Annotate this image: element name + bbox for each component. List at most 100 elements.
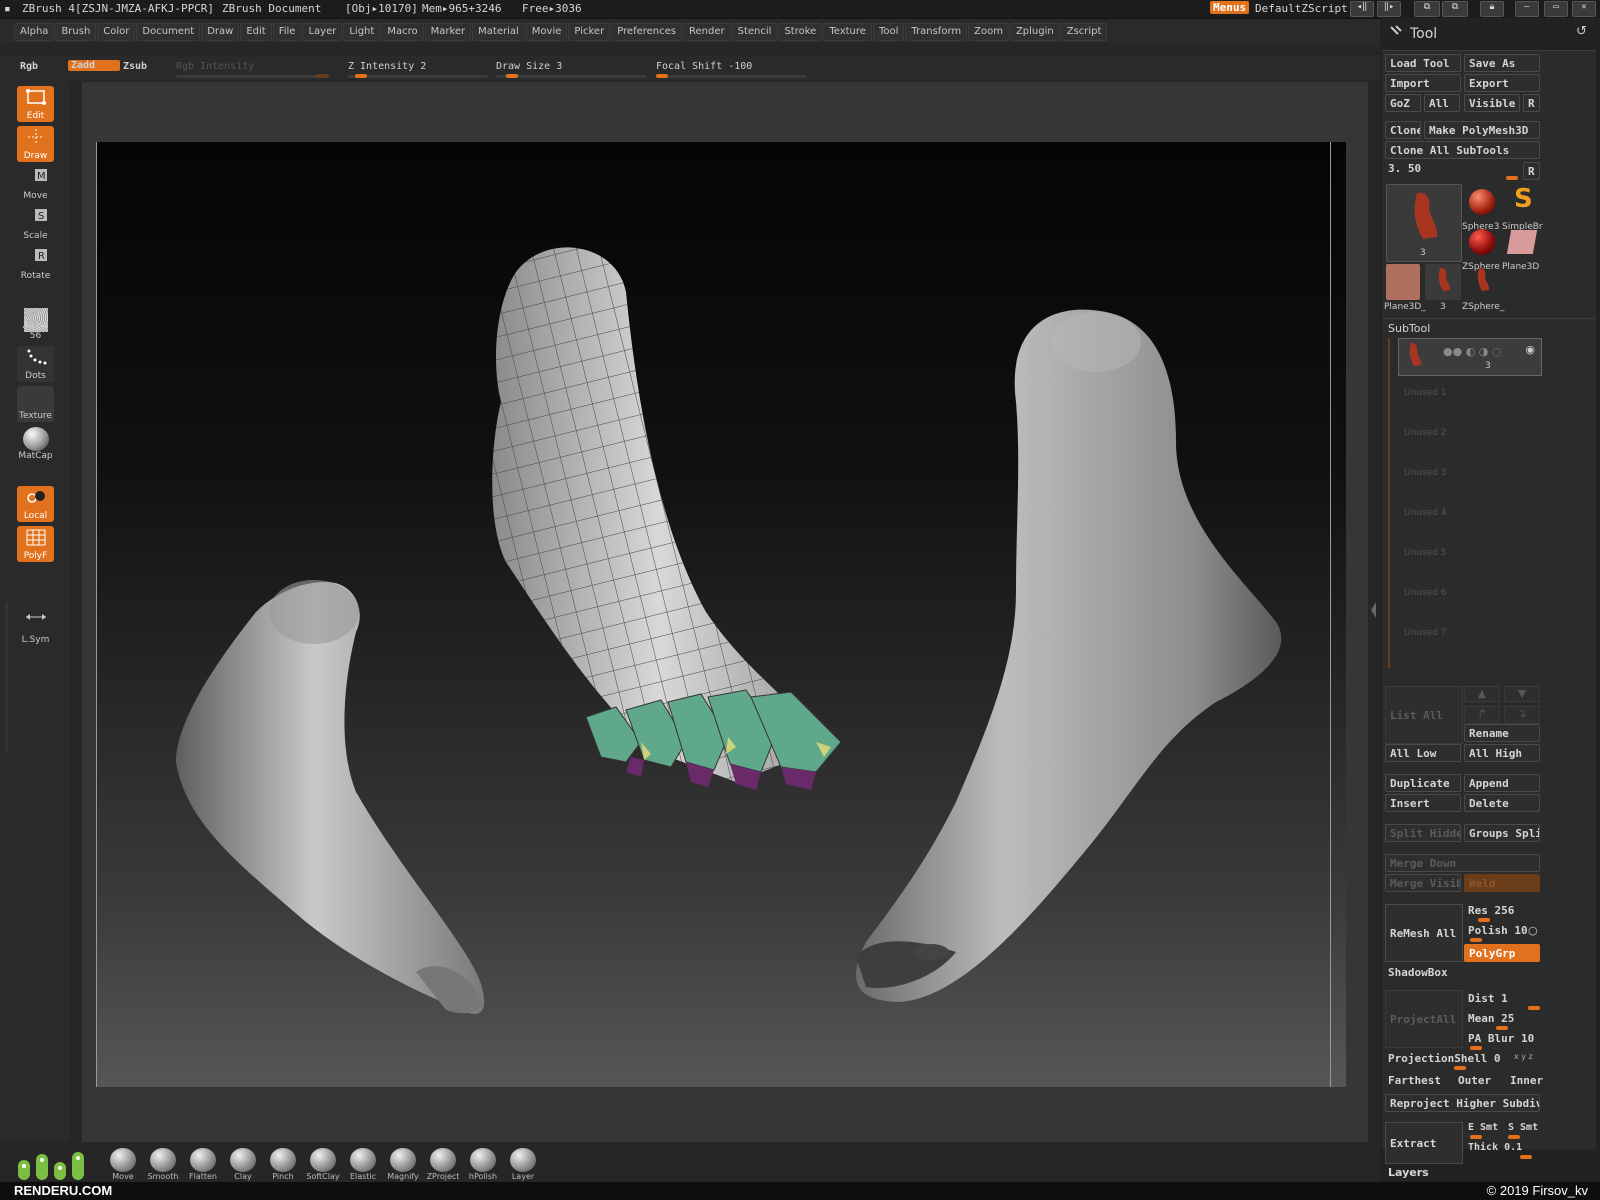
menu-item-document[interactable]: Document xyxy=(136,23,201,41)
menu-item-movie[interactable]: Movie xyxy=(525,23,568,41)
merge-down-button[interactable]: Merge Down xyxy=(1385,854,1540,872)
eye-icon[interactable]: ◉ xyxy=(1525,343,1535,356)
s-smt-knob[interactable] xyxy=(1508,1135,1520,1139)
rgb-button[interactable]: Rgb xyxy=(20,61,38,72)
z-intensity-slider[interactable]: Z Intensity 2 xyxy=(348,61,426,72)
menu-item-tool[interactable]: Tool xyxy=(872,23,905,41)
thick-knob[interactable] xyxy=(1520,1155,1532,1159)
right-tray-arrow[interactable] xyxy=(1370,560,1378,680)
list-all-button[interactable]: List All xyxy=(1385,686,1463,744)
layers-header[interactable]: Layers xyxy=(1388,1166,1429,1179)
tool-scale-slider-knob[interactable] xyxy=(1506,176,1518,180)
insert-button[interactable]: Insert xyxy=(1385,794,1461,812)
menu-item-stencil[interactable]: Stencil xyxy=(731,23,778,41)
local-button[interactable]: Local xyxy=(17,486,54,522)
res-slider-knob[interactable] xyxy=(1478,918,1490,922)
polish-slider[interactable]: Polish 10 xyxy=(1468,924,1528,937)
scale-button[interactable]: S Scale xyxy=(17,206,54,242)
subtool-title[interactable]: SubTool xyxy=(1388,322,1430,335)
menu-item-zoom[interactable]: Zoom xyxy=(968,23,1009,41)
plane3d-thumb[interactable] xyxy=(1504,224,1540,260)
brush-elastic[interactable]: Elastic xyxy=(344,1148,382,1182)
menu-item-edit[interactable]: Edit xyxy=(240,23,272,41)
all-low-button[interactable]: All Low xyxy=(1385,744,1461,762)
menu-item-material[interactable]: Material xyxy=(472,23,525,41)
brush-clay[interactable]: Clay xyxy=(224,1148,262,1182)
append-button[interactable]: Append xyxy=(1464,774,1540,792)
script-name[interactable]: DefaultZScript xyxy=(1255,2,1348,15)
draw-button[interactable]: Draw xyxy=(17,126,54,162)
projection-shell-slider[interactable]: ProjectionShell 0 xyxy=(1388,1052,1501,1065)
bend-down-arrow-icon[interactable]: ↴ xyxy=(1504,706,1540,724)
menu-item-render[interactable]: Render xyxy=(683,23,731,41)
close-icon[interactable]: ✕ xyxy=(1572,1,1596,17)
rewind-icon[interactable]: ◂‖ xyxy=(1350,1,1374,17)
menu-item-alpha[interactable]: Alpha xyxy=(14,23,55,41)
brush-flatten[interactable]: Flatten xyxy=(184,1148,222,1182)
dist-slider[interactable]: Dist 1 xyxy=(1468,992,1508,1005)
menu-item-transform[interactable]: Transform xyxy=(905,23,968,41)
subtool-visibility-icons[interactable]: ●● ◐ ◑ ◌ xyxy=(1443,345,1501,358)
goz-all-button[interactable]: All xyxy=(1424,94,1460,112)
bend-up-arrow-icon[interactable]: ↱ xyxy=(1464,706,1500,724)
dist-slider-knob[interactable] xyxy=(1528,1006,1540,1010)
extract-button[interactable]: Extract xyxy=(1385,1122,1463,1164)
brush-layer[interactable]: Layer xyxy=(504,1148,542,1182)
menu-item-picker[interactable]: Picker xyxy=(568,23,611,41)
clone-button[interactable]: Clone xyxy=(1385,121,1421,139)
brush-smooth[interactable]: Smooth xyxy=(144,1148,182,1182)
menu-item-light[interactable]: Light xyxy=(343,23,381,41)
matcap-button[interactable]: MatCap xyxy=(17,426,54,462)
rotate-button[interactable]: R Rotate xyxy=(17,246,54,282)
farthest-button[interactable]: Farthest xyxy=(1388,1074,1441,1087)
pa-blur-slider-knob[interactable] xyxy=(1470,1046,1482,1050)
load-tool-button[interactable]: Load Tool xyxy=(1385,54,1461,72)
lsym-button[interactable]: L.Sym xyxy=(17,610,54,646)
brush-move[interactable]: Move xyxy=(104,1148,142,1182)
merge-visible-button[interactable]: Merge Visible xyxy=(1385,874,1461,892)
duplicate-button[interactable]: Duplicate xyxy=(1385,774,1461,792)
outer-button[interactable]: Outer xyxy=(1458,1074,1491,1087)
menu-item-brush[interactable]: Brush xyxy=(55,23,97,41)
mean-slider-knob[interactable] xyxy=(1496,1026,1508,1030)
pa-blur-slider[interactable]: PA Blur 10 xyxy=(1468,1032,1534,1045)
left-tray-handle[interactable] xyxy=(5,602,8,752)
menu-item-macro[interactable]: Macro xyxy=(381,23,424,41)
polyf-button[interactable]: PolyF xyxy=(17,526,54,562)
shadowbox-header[interactable]: ShadowBox xyxy=(1388,966,1448,979)
weld-button[interactable]: Weld xyxy=(1464,874,1540,892)
tool-scale-r-button[interactable]: R xyxy=(1523,162,1540,180)
menu-item-stroke[interactable]: Stroke xyxy=(778,23,823,41)
stroke-button[interactable]: Dots xyxy=(17,346,54,382)
menu-item-layer[interactable]: Layer xyxy=(302,23,343,41)
plane3d-textured-thumb[interactable] xyxy=(1386,264,1420,300)
menu-item-texture[interactable]: Texture xyxy=(823,23,872,41)
minimize-icon[interactable]: – xyxy=(1515,1,1539,17)
tool-scale-value[interactable]: 3. 50 xyxy=(1388,162,1421,175)
subtool-slot-unused[interactable]: Unused 3 xyxy=(1404,468,1447,478)
edit-button[interactable]: Edit xyxy=(17,86,54,122)
s-smt-slider[interactable]: S Smt xyxy=(1508,1122,1538,1133)
layout-left-icon[interactable]: ⧉ xyxy=(1414,1,1440,17)
move-up-arrow-icon[interactable]: ▲ xyxy=(1464,686,1500,702)
res-slider[interactable]: Res 256 xyxy=(1468,904,1514,917)
subtool-slot-unused[interactable]: Unused 1 xyxy=(1404,388,1447,398)
menu-item-zplugin[interactable]: Zplugin xyxy=(1009,23,1060,41)
make-polymesh-button[interactable]: Make PolyMesh3D xyxy=(1424,121,1540,139)
move-down-arrow-icon[interactable]: ▼ xyxy=(1504,686,1540,702)
subtool-slot-unused[interactable]: Unused 5 xyxy=(1404,548,1447,558)
alpha-button[interactable]: Alpha 56 xyxy=(17,306,54,342)
brush-softclay[interactable]: SoftClay xyxy=(304,1148,342,1182)
rgb-intensity-slider[interactable]: Rgb Intensity xyxy=(176,61,254,72)
maximize-icon[interactable]: ▭ xyxy=(1544,1,1568,17)
menu-item-zscript[interactable]: Zscript xyxy=(1060,23,1108,41)
export-button[interactable]: Export xyxy=(1464,74,1540,92)
brush-zproject[interactable]: ZProject xyxy=(424,1148,462,1182)
layout-right-icon[interactable]: ⧉ xyxy=(1442,1,1468,17)
zadd-button[interactable]: Zadd xyxy=(68,60,120,71)
subtool-slot-unused[interactable]: Unused 2 xyxy=(1404,428,1447,438)
brush-magnify[interactable]: Magnify xyxy=(384,1148,422,1182)
subtool-slot-unused[interactable]: Unused 6 xyxy=(1404,588,1447,598)
focal-shift-slider[interactable]: Focal Shift -100 xyxy=(656,61,752,72)
draw-size-slider[interactable]: Draw Size 3 xyxy=(496,61,562,72)
